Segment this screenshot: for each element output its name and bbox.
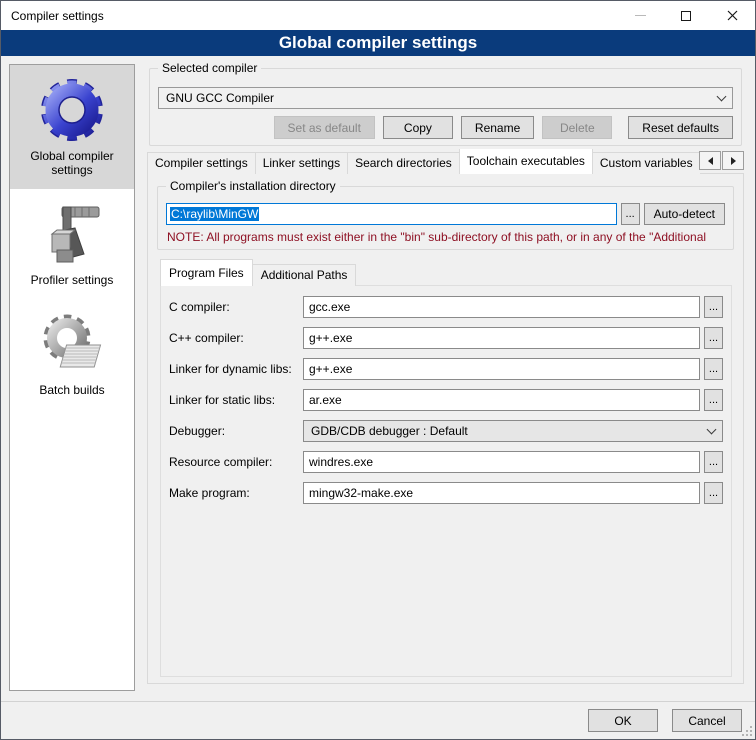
rename-button[interactable]: Rename — [461, 116, 534, 139]
program-files-tabbar: Program FilesAdditional Paths — [160, 262, 743, 286]
bin-subdirectory-note: NOTE: All programs must exist either in … — [167, 230, 724, 244]
cpp-compiler-input[interactable] — [303, 327, 700, 349]
make-program-browse-button[interactable]: ... — [704, 482, 723, 504]
install-dir-browse-button[interactable]: ... — [621, 203, 640, 225]
auto-detect-button[interactable]: Auto-detect — [644, 203, 725, 225]
cpp-compiler-browse-button[interactable]: ... — [704, 327, 723, 349]
make-program-input[interactable] — [303, 482, 700, 504]
installation-directory-row: C:\raylib\MinGW ... Auto-detect — [166, 203, 725, 225]
gray-gear-stack-icon — [40, 312, 104, 376]
sidebar-item-global-compiler-settings[interactable]: Global compiler settings — [10, 65, 134, 189]
close-icon — [727, 10, 738, 21]
arrow-right-icon — [731, 157, 736, 165]
resource-compiler-label: Resource compiler: — [169, 455, 303, 469]
install-dir-input[interactable]: C:\raylib\MinGW — [166, 203, 617, 225]
window-controls — [617, 1, 755, 30]
maximize-button[interactable] — [663, 1, 709, 30]
debugger-label: Debugger: — [169, 424, 303, 438]
make-program-label: Make program: — [169, 486, 303, 500]
program-files-pane: C compiler:...C++ compiler:...Linker for… — [160, 285, 732, 677]
subtab-additional-paths[interactable]: Additional Paths — [252, 264, 357, 286]
tab-toolchain-executables[interactable]: Toolchain executables — [459, 149, 593, 174]
tab-custom-variables[interactable]: Custom variables — [592, 152, 700, 174]
field-row-resource-compiler: Resource compiler:... — [169, 451, 723, 473]
field-row-c-compiler: C compiler:... — [169, 296, 723, 318]
main-panel: Selected compiler GNU GCC Compiler Set a… — [142, 64, 749, 691]
compiler-select[interactable]: GNU GCC Compiler — [158, 87, 733, 109]
c-compiler-browse-button[interactable]: ... — [704, 296, 723, 318]
installation-directory-group-label: Compiler's installation directory — [166, 179, 340, 193]
tab-scroll-left-button[interactable] — [699, 151, 721, 170]
sidebar-item-label: Batch builds — [13, 383, 131, 397]
minimize-icon — [635, 15, 646, 16]
field-row-linker-for-dynamic-libs: Linker for dynamic libs:... — [169, 358, 723, 380]
settings-tabbar: Compiler settingsLinker settingsSearch d… — [147, 149, 700, 174]
maximize-icon — [681, 11, 691, 21]
cancel-button[interactable]: Cancel — [672, 709, 742, 732]
compiler-select-value: GNU GCC Compiler — [166, 91, 718, 105]
tab-compiler-settings[interactable]: Compiler settings — [147, 152, 256, 174]
compiler-settings-dialog: Compiler settings Global compiler settin… — [0, 0, 756, 740]
linker-for-dynamic-libs-browse-button[interactable]: ... — [704, 358, 723, 380]
field-row-debugger: Debugger: GDB/CDB debugger : Default — [169, 420, 723, 442]
arrow-left-icon — [708, 157, 713, 165]
sidebar-item-label: Global compiler settings — [13, 149, 131, 177]
field-row-cpp-compiler: C++ compiler:... — [169, 327, 723, 349]
ok-button[interactable]: OK — [588, 709, 658, 732]
linker-for-static-libs-input[interactable] — [303, 389, 700, 411]
install-dir-selected-text: C:\raylib\MinGW — [170, 207, 259, 221]
field-row-make-program: Make program:... — [169, 482, 723, 504]
selected-compiler-group: Selected compiler GNU GCC Compiler Set a… — [149, 68, 742, 146]
blue-gear-icon — [40, 78, 104, 142]
footer-separator — [1, 701, 755, 702]
tab-search-directories[interactable]: Search directories — [347, 152, 460, 174]
linker-for-dynamic-libs-label: Linker for dynamic libs: — [169, 362, 303, 376]
tab-scroll-right-button[interactable] — [722, 151, 744, 170]
linker-for-static-libs-label: Linker for static libs: — [169, 393, 303, 407]
selected-compiler-group-label: Selected compiler — [158, 61, 261, 75]
page-title: Global compiler settings — [1, 30, 755, 56]
sidebar-item-profiler-settings[interactable]: Profiler settings — [10, 189, 134, 299]
linker-for-static-libs-browse-button[interactable]: ... — [704, 389, 723, 411]
minimize-button[interactable] — [617, 1, 663, 30]
subtab-program-files[interactable]: Program Files — [160, 259, 253, 286]
chevron-down-icon — [717, 91, 727, 101]
resize-grip-icon[interactable] — [742, 726, 752, 736]
caliper-icon — [40, 202, 104, 266]
copy-button[interactable]: Copy — [383, 116, 453, 139]
titlebar: Compiler settings — [1, 1, 755, 30]
sidebar-item-label: Profiler settings — [13, 273, 131, 287]
reset-defaults-button[interactable]: Reset defaults — [628, 116, 733, 139]
toolchain-executables-page: Compiler's installation directory C:\ray… — [147, 173, 744, 684]
linker-for-dynamic-libs-input[interactable] — [303, 358, 700, 380]
c-compiler-label: C compiler: — [169, 300, 303, 314]
installation-directory-group: Compiler's installation directory C:\ray… — [157, 186, 734, 250]
sidebar-item-batch-builds[interactable]: Batch builds — [10, 299, 134, 409]
delete-button: Delete — [542, 116, 612, 139]
set-as-default-button: Set as default — [274, 116, 375, 139]
compiler-actions: Set as default Copy Rename Delete Reset defa… — [158, 116, 733, 139]
close-button[interactable] — [709, 1, 755, 30]
debugger-select[interactable]: GDB/CDB debugger : Default — [303, 420, 723, 442]
chevron-down-icon — [707, 424, 717, 434]
field-row-linker-for-static-libs: Linker for static libs:... — [169, 389, 723, 411]
tab-linker-settings[interactable]: Linker settings — [255, 152, 348, 174]
tab-scroll-controls — [698, 151, 744, 170]
window-title: Compiler settings — [1, 9, 104, 23]
resource-compiler-input[interactable] — [303, 451, 700, 473]
settings-category-list: Global compiler settings Profiler setting… — [9, 64, 135, 691]
debugger-select-value: GDB/CDB debugger : Default — [311, 424, 708, 438]
cpp-compiler-label: C++ compiler: — [169, 331, 303, 345]
resource-compiler-browse-button[interactable]: ... — [704, 451, 723, 473]
dialog-buttons: OK Cancel — [588, 709, 742, 732]
c-compiler-input[interactable] — [303, 296, 700, 318]
